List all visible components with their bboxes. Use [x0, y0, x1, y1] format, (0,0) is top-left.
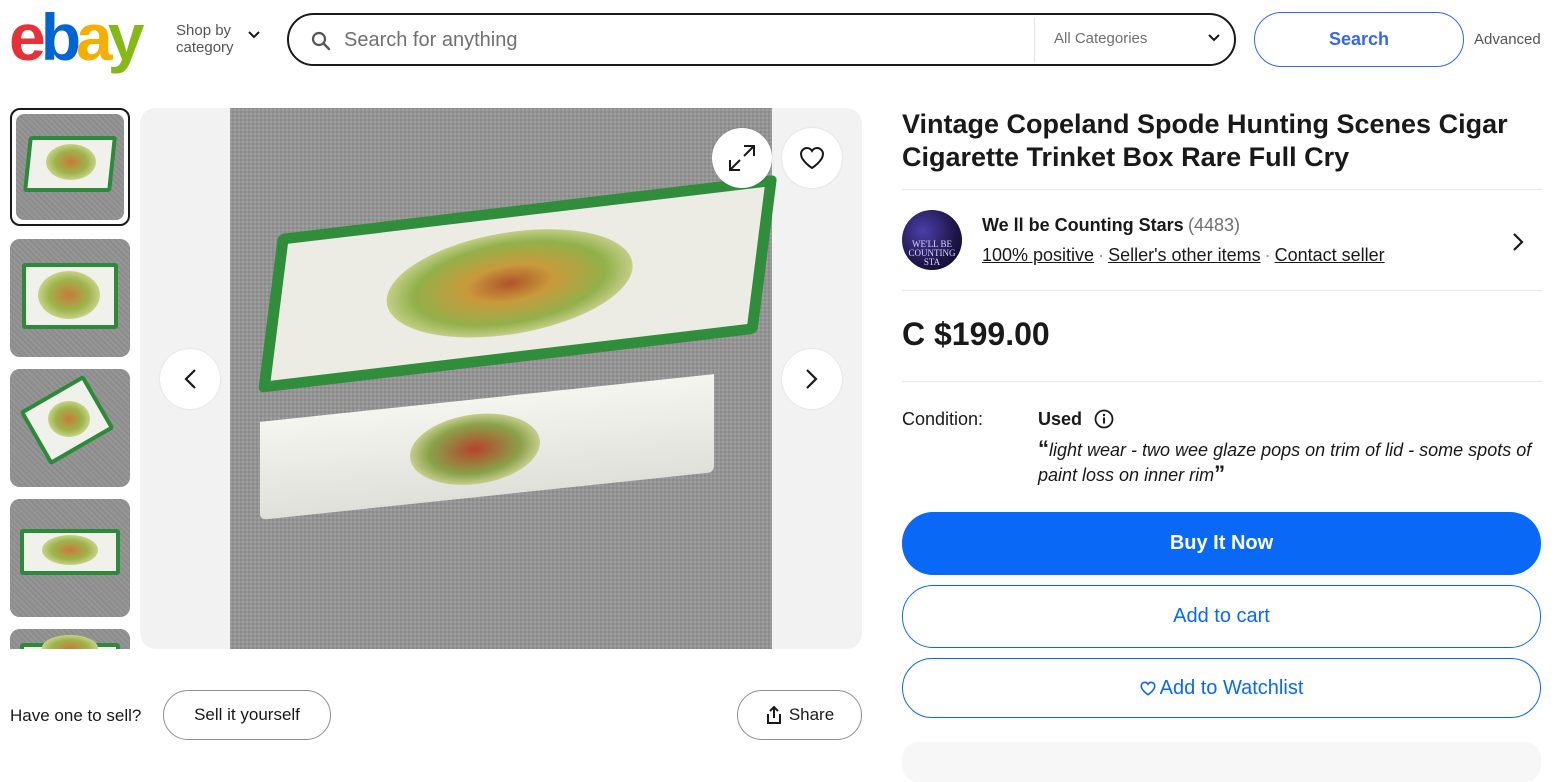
thumbnail-image: [10, 629, 130, 649]
seller-feedback-count: (4483): [1188, 215, 1241, 235]
heart-icon: [1140, 681, 1156, 696]
buy-it-now-button[interactable]: Buy It Now: [902, 512, 1541, 575]
previous-image-button[interactable]: [160, 349, 220, 409]
separator-dot: ·: [1098, 245, 1105, 265]
chevron-right-icon[interactable]: [1512, 232, 1524, 252]
thumbnail-5[interactable]: [10, 629, 130, 649]
separator-dot: ·: [1264, 245, 1271, 265]
advanced-search-link[interactable]: Advanced: [1474, 31, 1541, 48]
condition-label: Condition:: [902, 409, 984, 429]
next-image-button[interactable]: [782, 349, 842, 409]
info-icon[interactable]: [1094, 409, 1114, 429]
box-front-scene: [410, 407, 540, 492]
heart-icon: [799, 146, 825, 170]
share-button[interactable]: Share: [737, 690, 862, 740]
box-front: [260, 374, 714, 520]
thumbnail-image: [10, 499, 130, 617]
seller-links: 100% positive · Seller's other items · Conta…: [982, 245, 1385, 266]
category-select[interactable]: All Categories: [1054, 30, 1147, 47]
thumbnail-image: [10, 239, 130, 357]
condition-description: “light wear - two wee glaze pops on trim…: [1038, 436, 1532, 486]
price: C $199.00: [902, 316, 1050, 352]
expand-icon: [729, 145, 755, 171]
box-lid-scene: [380, 216, 639, 351]
search-input[interactable]: [344, 25, 1024, 55]
global-header: ebay Shop by category All Categories Sea…: [0, 0, 1559, 80]
divider: [1034, 17, 1035, 62]
thumbnail-image: [16, 114, 124, 220]
share-label: Share: [788, 705, 835, 724]
seller-name[interactable]: We ll be Counting Stars: [982, 215, 1184, 236]
search-button[interactable]: Search: [1254, 12, 1464, 67]
logo-letter-e: e: [9, 0, 46, 74]
condition-description-text: light wear - two wee glaze pops on trim …: [1038, 440, 1532, 485]
thumbnail-2[interactable]: [10, 239, 130, 357]
chevron-down-icon: [1208, 34, 1220, 42]
thumbnail-3[interactable]: [10, 369, 130, 487]
thumbnail-1[interactable]: [10, 108, 130, 226]
shop-by-label-line2: category: [176, 39, 234, 56]
chevron-left-icon: [184, 369, 196, 389]
condition-value: Used: [1038, 409, 1083, 429]
logo-letter-b: b: [40, 0, 81, 74]
buy-it-now-label: Buy It Now: [1169, 532, 1274, 554]
logo-letter-y: y: [107, 0, 145, 74]
main-image-viewer[interactable]: [140, 108, 862, 649]
divider: [902, 381, 1542, 382]
contact-seller-link[interactable]: Contact seller: [1275, 245, 1385, 265]
divider: [902, 189, 1542, 190]
listing-title: Vintage Copeland Spode Hunting Scenes Ci…: [902, 109, 1508, 172]
share-icon: [766, 705, 781, 724]
thumbnail-4[interactable]: [10, 499, 130, 617]
seller-avatar[interactable]: WE'LL BE COUNTING STA: [902, 210, 962, 270]
box-lid: [258, 174, 778, 393]
add-to-cart-button[interactable]: Add to cart: [902, 585, 1541, 648]
thumbnail-strip: [10, 108, 130, 649]
shop-by-category-button[interactable]: Shop by category: [176, 22, 266, 56]
sell-it-yourself-label: Sell it yourself: [194, 705, 300, 724]
search-bar: All Categories: [287, 13, 1236, 66]
info-card: [902, 742, 1541, 782]
logo-letter-a: a: [76, 0, 113, 74]
watchlist-heart-button[interactable]: [782, 128, 842, 188]
chevron-right-icon: [806, 369, 818, 389]
seller-positive-feedback-link[interactable]: 100% positive: [982, 245, 1094, 265]
thumbnail-image: [10, 369, 130, 487]
seller-other-items-link[interactable]: Seller's other items: [1108, 245, 1261, 265]
add-to-watchlist-button[interactable]: Add to Watchlist: [902, 658, 1541, 718]
product-photo: [230, 108, 778, 649]
expand-button[interactable]: [712, 128, 772, 188]
chevron-down-icon: [248, 31, 260, 39]
seller-avatar-text: WE'LL BE COUNTING STA: [908, 239, 956, 267]
add-to-watchlist-label: Add to Watchlist: [1159, 676, 1304, 699]
search-icon: [311, 31, 331, 51]
ebay-logo[interactable]: ebay: [9, 4, 144, 70]
sell-it-yourself-button[interactable]: Sell it yourself: [163, 690, 331, 740]
divider: [902, 290, 1542, 291]
add-to-cart-label: Add to cart: [1173, 605, 1270, 627]
have-one-to-sell-label: Have one to sell?: [10, 706, 142, 725]
